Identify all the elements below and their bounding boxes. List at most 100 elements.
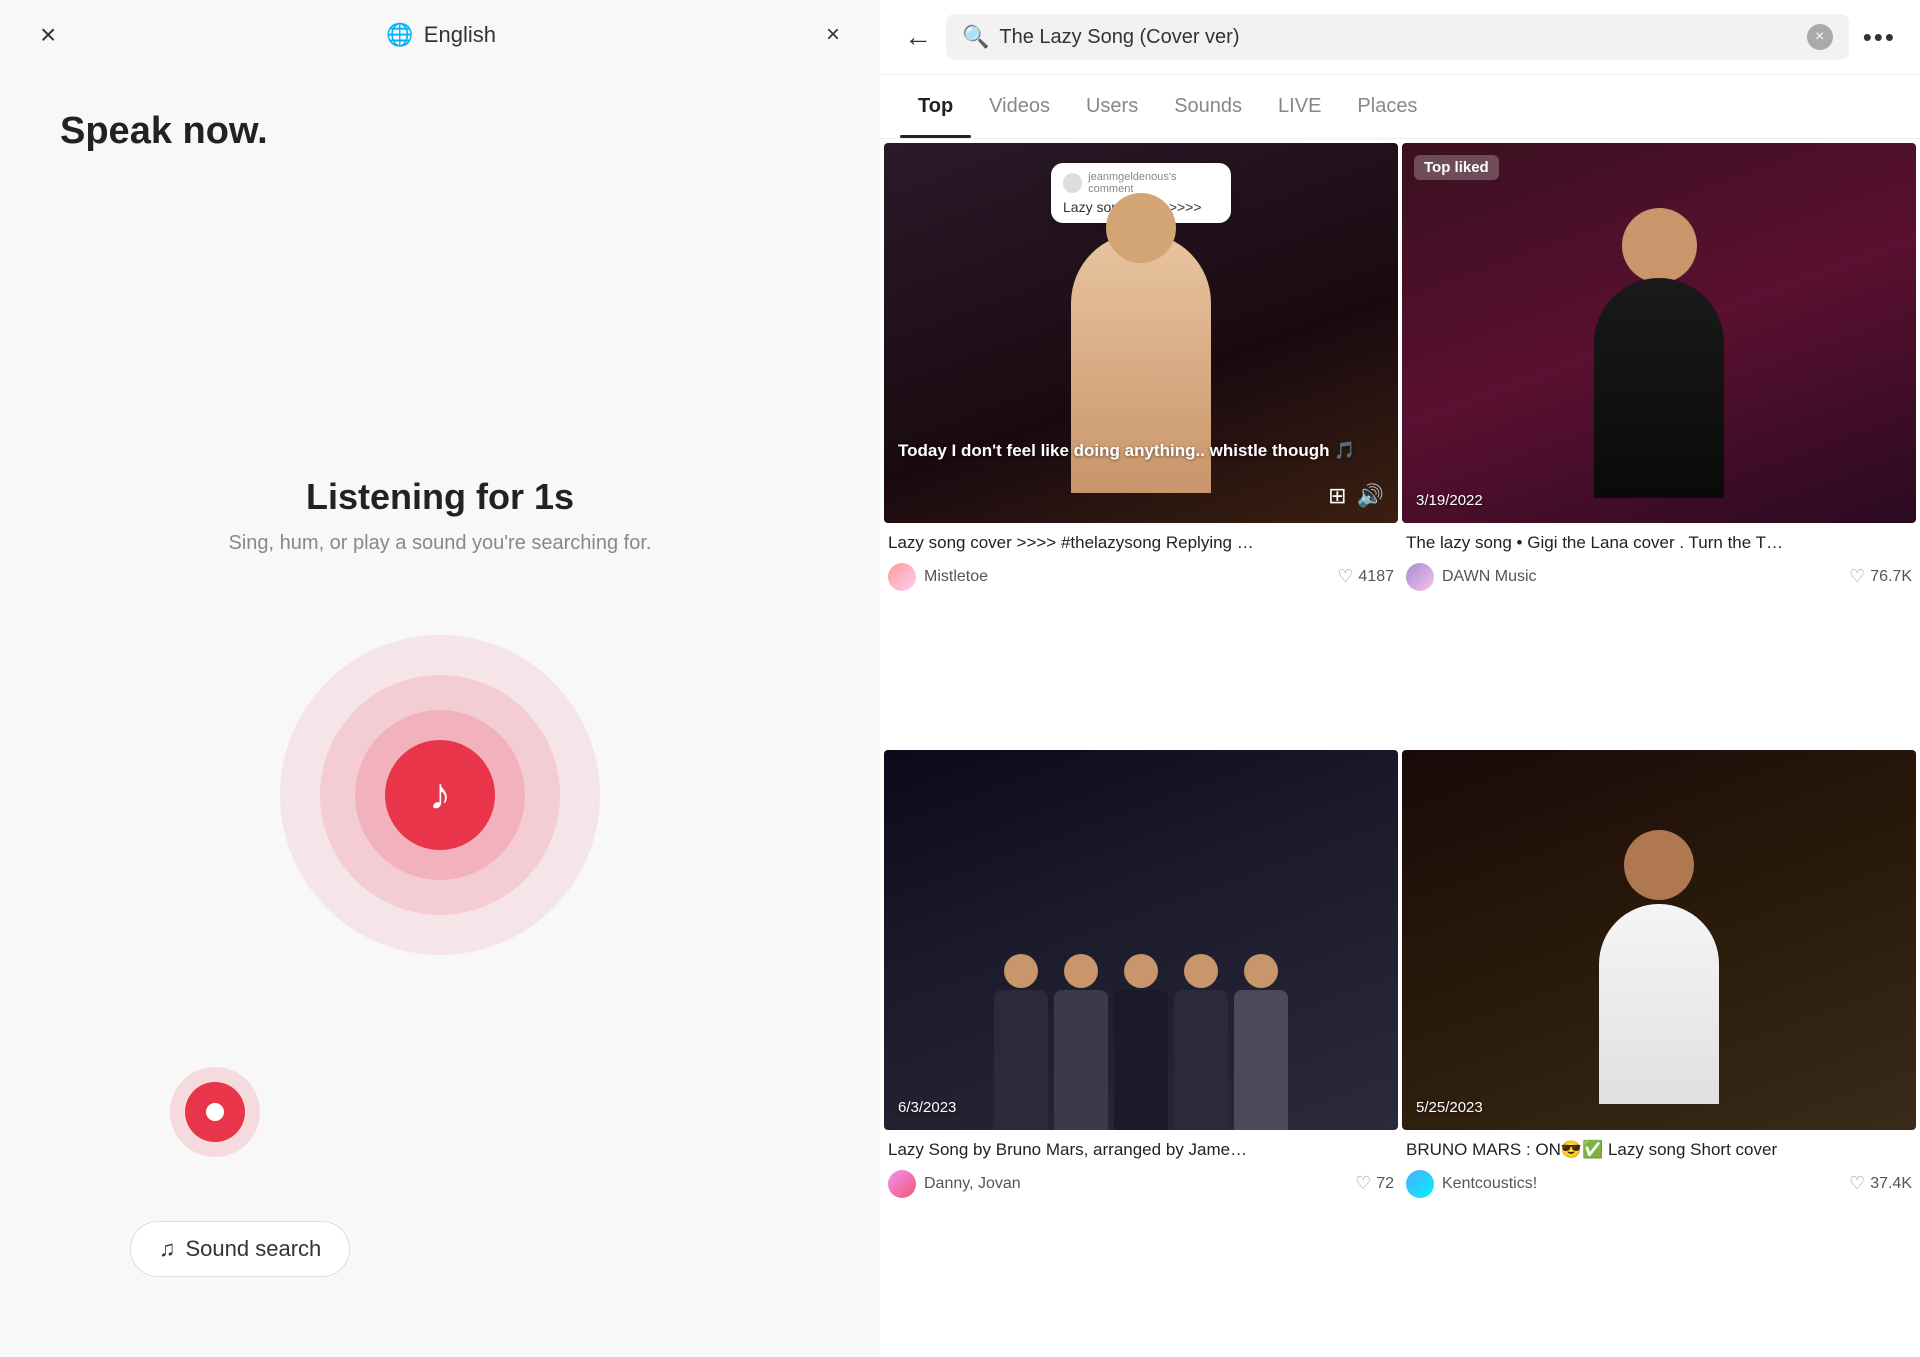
search-clear-button[interactable]: ×: [1807, 24, 1833, 50]
tab-top[interactable]: Top: [900, 75, 971, 138]
video-card-1[interactable]: jeanmgeldenous's comment Lazy song cover…: [884, 143, 1398, 746]
video-date-3: 6/3/2023: [898, 1099, 956, 1116]
left-close-button[interactable]: ×: [40, 21, 56, 49]
figure-3: [884, 750, 1398, 1130]
video-date-2: 3/19/2022: [1416, 492, 1483, 509]
group-person-4: [1171, 954, 1231, 1130]
speak-now-section: Speak now.: [0, 70, 880, 173]
video-thumbnail-3: 6/3/2023: [884, 750, 1398, 1130]
listening-section: Listening for 1s Sing, hum, or play a so…: [0, 173, 880, 1357]
video-likes-2: ♡ 76.7K: [1849, 566, 1912, 587]
voice-indicator: [170, 1067, 260, 1157]
group-head-2: [1064, 954, 1098, 988]
group-head-5: [1244, 954, 1278, 988]
group-body-3: [1114, 990, 1168, 1130]
heart-icon-3: ♡: [1355, 1173, 1371, 1194]
heart-icon-4: ♡: [1849, 1173, 1865, 1194]
volume-icon[interactable]: 🔊: [1357, 483, 1384, 509]
video-card-3[interactable]: 6/3/2023 Lazy Song by Bruno Mars, arrang…: [884, 750, 1398, 1353]
tab-live[interactable]: LIVE: [1260, 75, 1339, 138]
video-date-4: 5/25/2023: [1416, 1099, 1483, 1116]
music-search-button[interactable]: ♪: [385, 740, 495, 850]
group-body-2: [1054, 990, 1108, 1130]
voice-dot: [206, 1103, 224, 1121]
author-name-1: Mistletoe: [924, 568, 988, 586]
video-card-2[interactable]: Top liked 3/19/2022 The lazy song • Gigi…: [1402, 143, 1916, 746]
video-caption-1: Today I don't feel like doing anything..…: [898, 439, 1384, 463]
tab-places[interactable]: Places: [1339, 75, 1435, 138]
sound-search-icon: ♫: [159, 1236, 176, 1262]
video-author-2: DAWN Music: [1406, 563, 1537, 591]
group-body-5: [1234, 990, 1288, 1130]
listening-subtitle: Sing, hum, or play a sound you're search…: [229, 532, 652, 555]
language-close-button[interactable]: ×: [826, 21, 840, 49]
author-avatar-3: [888, 1170, 916, 1198]
person-head-2: [1622, 208, 1697, 283]
music-circle-animation[interactable]: ♪: [280, 635, 600, 955]
video-info-3: Lazy Song by Bruno Mars, arranged by Jam…: [884, 1130, 1398, 1210]
figure-4: [1402, 750, 1916, 1130]
search-input[interactable]: [999, 26, 1796, 49]
likes-count-1: 4187: [1358, 568, 1394, 586]
video-likes-3: ♡ 72: [1355, 1173, 1394, 1194]
author-name-3: Danny, Jovan: [924, 1175, 1021, 1193]
person-body-2: [1594, 278, 1724, 498]
group-head-4: [1184, 954, 1218, 988]
likes-count-4: 37.4K: [1870, 1175, 1912, 1193]
video-grid: jeanmgeldenous's comment Lazy song cover…: [880, 139, 1920, 1357]
likes-count-3: 72: [1376, 1175, 1394, 1193]
tab-sounds[interactable]: Sounds: [1156, 75, 1260, 138]
language-label: English: [424, 22, 496, 48]
video-card-4[interactable]: 5/25/2023 BRUNO MARS : ON😎✅ Lazy song Sh…: [1402, 750, 1916, 1353]
group-head-1: [1004, 954, 1038, 988]
video-meta-4: Kentcoustics! ♡ 37.4K: [1406, 1170, 1912, 1198]
heart-icon-1: ♡: [1337, 566, 1353, 587]
search-box: 🔍 ×: [946, 14, 1849, 60]
group-person-3: [1111, 954, 1171, 1130]
video-info-1: Lazy song cover >>>> #thelazysong Replyi…: [884, 523, 1398, 603]
sound-search-button[interactable]: ♫ Sound search: [130, 1221, 350, 1277]
author-avatar-4: [1406, 1170, 1434, 1198]
video-thumbnail-4: 5/25/2023: [1402, 750, 1916, 1130]
video-meta-1: Mistletoe ♡ 4187: [888, 563, 1394, 591]
screen-icon[interactable]: ⊞: [1328, 483, 1346, 509]
video-info-4: BRUNO MARS : ON😎✅ Lazy song Short cover …: [1402, 1130, 1916, 1210]
author-name-2: DAWN Music: [1442, 568, 1537, 586]
video-meta-3: Danny, Jovan ♡ 72: [888, 1170, 1394, 1198]
video-title-3: Lazy Song by Bruno Mars, arranged by Jam…: [888, 1138, 1394, 1162]
person-head-4: [1624, 830, 1694, 900]
group-person-5: [1231, 954, 1291, 1130]
speak-now-text: Speak now.: [60, 110, 268, 152]
group-head-3: [1124, 954, 1158, 988]
video-info-2: The lazy song • Gigi the Lana cover . Tu…: [1402, 523, 1916, 603]
tab-videos[interactable]: Videos: [971, 75, 1068, 138]
listening-title: Listening for 1s: [306, 476, 574, 518]
video-title-1: Lazy song cover >>>> #thelazysong Replyi…: [888, 531, 1394, 555]
tab-users[interactable]: Users: [1068, 75, 1156, 138]
music-note-icon: ♪: [429, 770, 451, 820]
video-thumbnail-2: Top liked 3/19/2022: [1402, 143, 1916, 523]
video-author-3: Danny, Jovan: [888, 1170, 1021, 1198]
left-panel: × 🌐 English × Speak now. Listening for 1…: [0, 0, 880, 1357]
group-body-1: [994, 990, 1048, 1130]
video-likes-4: ♡ 37.4K: [1849, 1173, 1912, 1194]
author-avatar-1: [888, 563, 916, 591]
globe-icon: 🌐: [386, 22, 413, 48]
language-selector[interactable]: 🌐 English: [386, 22, 496, 48]
more-options-button[interactable]: •••: [1863, 22, 1896, 53]
person-body-4: [1599, 904, 1719, 1104]
video-likes-1: ♡ 4187: [1337, 566, 1394, 587]
person-figure-2: [1569, 203, 1749, 503]
author-avatar-2: [1406, 563, 1434, 591]
author-name-4: Kentcoustics!: [1442, 1175, 1537, 1193]
figure-2: [1402, 143, 1916, 523]
back-button[interactable]: ←: [904, 21, 932, 53]
figure-1: [884, 143, 1398, 523]
search-bar-container: ← 🔍 × •••: [880, 0, 1920, 75]
video-thumbnail-1: jeanmgeldenous's comment Lazy song cover…: [884, 143, 1398, 523]
heart-icon-2: ♡: [1849, 566, 1865, 587]
right-panel: ← 🔍 × ••• Top Videos Users Sounds LIVE P…: [880, 0, 1920, 1357]
person-figure-4: [1579, 830, 1739, 1090]
video-icons-1: ⊞ 🔊: [1328, 483, 1384, 509]
tabs-row: Top Videos Users Sounds LIVE Places: [880, 75, 1920, 139]
